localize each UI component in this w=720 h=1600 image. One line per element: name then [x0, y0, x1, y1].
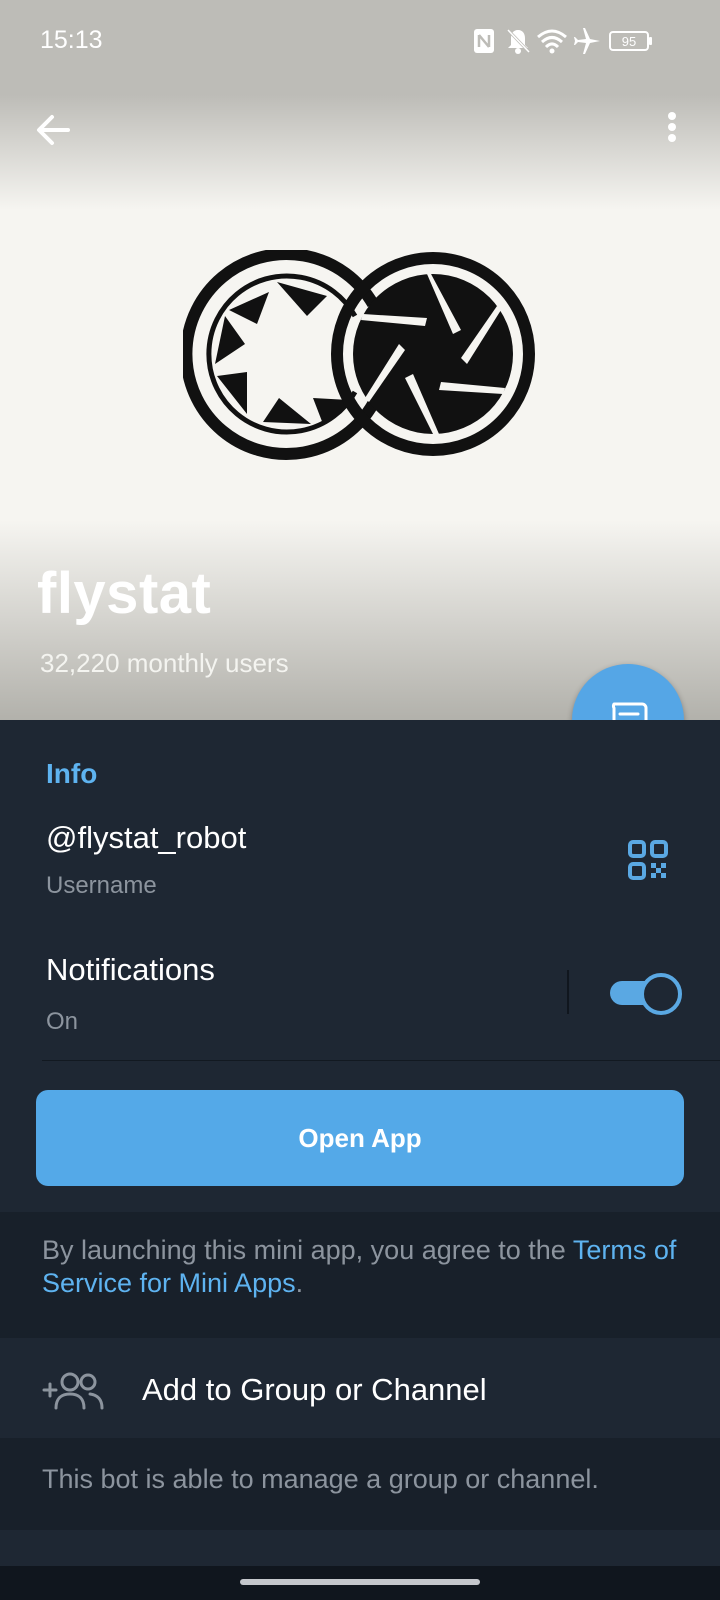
nfc-icon: [474, 29, 494, 53]
info-heading: Info: [46, 758, 98, 789]
back-arrow-icon[interactable]: [30, 105, 80, 155]
status-bar: 15:13 95: [0, 0, 720, 82]
silent-bell-icon: [506, 28, 531, 54]
airplane-icon: [574, 28, 600, 54]
notifications-title[interactable]: Notifications: [46, 952, 215, 988]
bot-note-section: This bot is able to manage a group or ch…: [0, 1438, 720, 1530]
status-time: 15:13: [40, 26, 103, 54]
terms-prefix: By launching this mini app, you agree to…: [42, 1235, 573, 1265]
navigation-bar: [0, 1566, 720, 1600]
battery-level: 95: [622, 34, 636, 49]
wifi-icon: [537, 29, 567, 54]
qr-code-icon[interactable]: [628, 840, 668, 880]
username-value[interactable]: @flystat_robot: [46, 820, 246, 856]
terms-suffix: .: [295, 1268, 304, 1298]
bot-name: flystat: [37, 561, 212, 626]
home-gesture-handle[interactable]: [240, 1579, 480, 1585]
terms-section: By launching this mini app, you agree to…: [0, 1212, 720, 1338]
monthly-users: 32,220 monthly users: [40, 648, 289, 678]
info-section: Info @flystat_robot Username Notificatio…: [0, 720, 720, 1212]
terms-text: By launching this mini app, you agree to…: [42, 1234, 692, 1300]
add-to-group-button[interactable]: Add to Group or Channel: [0, 1338, 720, 1438]
notifications-status: On: [46, 1008, 79, 1035]
bot-logo-icon: [183, 250, 535, 460]
add-users-icon: [42, 1372, 104, 1410]
profile-header: 15:13 95 flystat 32,220 monthly users: [0, 0, 720, 720]
username-label: Username: [46, 872, 157, 899]
battery-icon: 95: [609, 31, 652, 51]
bot-note-text: This bot is able to manage a group or ch…: [42, 1464, 599, 1494]
notifications-toggle[interactable]: [610, 970, 682, 1015]
notifications-divider: [567, 970, 569, 1014]
more-vertical-icon[interactable]: [650, 105, 680, 155]
add-to-group-label: Add to Group or Channel: [142, 1372, 487, 1407]
open-app-button[interactable]: Open App: [36, 1090, 684, 1186]
divider: [42, 1060, 720, 1061]
toggle-knob: [640, 973, 682, 1015]
